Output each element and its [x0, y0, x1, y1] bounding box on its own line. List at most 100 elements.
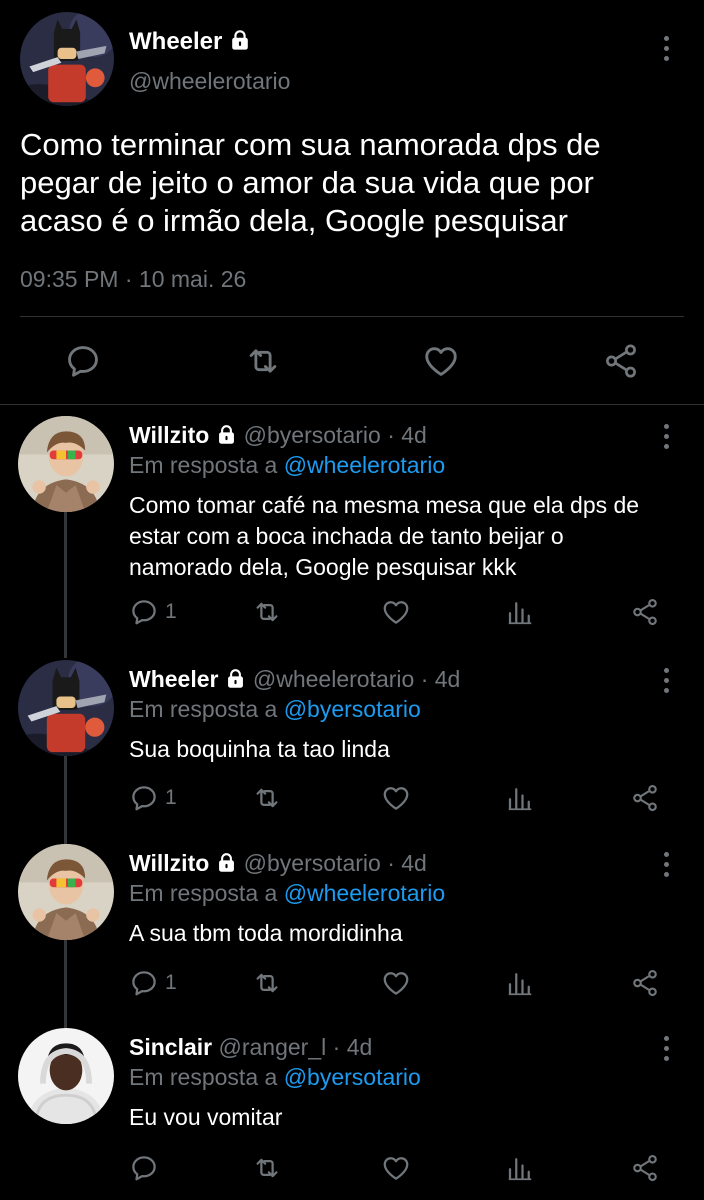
retweet-icon — [252, 783, 282, 813]
reply-header: Sinclair @ranger_l · 4d — [129, 1032, 664, 1062]
retweet-button[interactable] — [252, 783, 282, 813]
author-handle[interactable]: @wheelerotario — [253, 666, 414, 692]
mention-link[interactable]: @byersotario — [284, 696, 421, 722]
reply-icon — [129, 597, 159, 627]
author-name[interactable]: Willzito — [129, 850, 209, 876]
share-button[interactable] — [630, 783, 660, 813]
replying-prefix: Em resposta a — [129, 1064, 278, 1090]
more-icon[interactable] — [661, 668, 671, 693]
like-icon — [381, 968, 411, 998]
retweet-icon — [244, 342, 282, 380]
share-icon — [602, 342, 640, 380]
separator-dot: · — [124, 266, 133, 292]
avatar[interactable] — [18, 660, 114, 756]
reply-button[interactable] — [129, 1153, 165, 1183]
views-button[interactable] — [505, 1153, 535, 1183]
avatar[interactable] — [18, 844, 114, 940]
author-name[interactable]: Willzito — [129, 422, 209, 448]
avatar-image — [20, 12, 114, 106]
like-button[interactable] — [422, 342, 460, 380]
reply-button[interactable]: 1 — [129, 597, 177, 627]
views-button[interactable] — [505, 597, 535, 627]
lock-icon — [229, 29, 251, 51]
retweet-button[interactable] — [252, 968, 282, 998]
views-button[interactable] — [505, 783, 535, 813]
share-icon — [630, 597, 660, 627]
retweet-button[interactable] — [252, 1153, 282, 1183]
retweet-icon — [252, 968, 282, 998]
replying-to: Em resposta a @wheelerotario — [129, 878, 664, 908]
reply-age[interactable]: 4d — [401, 850, 427, 876]
separator-dot: · — [420, 666, 429, 692]
separator-dot: · — [332, 1034, 341, 1060]
reply-text: Sua boquinha ta tao linda — [129, 736, 390, 762]
views-button[interactable] — [505, 968, 535, 998]
replying-prefix: Em resposta a — [129, 880, 278, 906]
share-button[interactable] — [630, 1153, 660, 1183]
replying-to: Em resposta a @byersotario — [129, 1062, 664, 1092]
like-button[interactable] — [381, 597, 411, 627]
views-icon — [505, 968, 535, 998]
reply-count: 1 — [165, 971, 177, 994]
main-author: Wheeler — [129, 28, 251, 56]
author-name[interactable]: Sinclair — [129, 1034, 212, 1060]
tweet-text: Como terminar com sua namorada dps de pe… — [20, 127, 601, 238]
separator-dot: · — [387, 850, 395, 876]
like-button[interactable] — [381, 1153, 411, 1183]
like-button[interactable] — [381, 783, 411, 813]
tweet-date: 10 mai. 26 — [138, 266, 247, 292]
mention-link[interactable]: @wheelerotario — [284, 452, 445, 478]
retweet-icon — [252, 597, 282, 627]
reply-age[interactable]: 4d — [435, 666, 461, 692]
reply-text: A sua tbm toda mordidinha — [129, 920, 403, 946]
retweet-button[interactable] — [244, 342, 282, 380]
share-icon — [630, 1153, 660, 1183]
reply-count: 1 — [165, 600, 177, 623]
share-button[interactable] — [630, 968, 660, 998]
reply-text: Como tomar café na mesma mesa que ela dp… — [129, 492, 640, 580]
more-icon[interactable] — [661, 852, 671, 877]
avatar[interactable] — [18, 416, 114, 512]
more-icon[interactable] — [661, 424, 671, 449]
avatar-image — [18, 416, 114, 512]
tweet-time: 09:35 PM — [20, 266, 119, 292]
like-button[interactable] — [381, 968, 411, 998]
share-icon — [630, 968, 660, 998]
reply-header: Willzito @byersotario · 4d — [129, 848, 664, 878]
mention-link[interactable]: @byersotario — [284, 1064, 421, 1090]
more-icon[interactable] — [661, 36, 671, 61]
author-handle[interactable]: @byersotario — [244, 850, 381, 876]
reply-button[interactable]: 1 — [129, 968, 177, 998]
share-button[interactable] — [602, 342, 640, 380]
lock-icon — [216, 424, 237, 445]
author-name[interactable]: Wheeler — [129, 28, 222, 55]
reply-age[interactable]: 4d — [347, 1034, 373, 1060]
like-icon — [381, 783, 411, 813]
views-icon — [505, 1153, 535, 1183]
tweet-timestamp[interactable]: 09:35 PM · 10 mai. 26 — [20, 266, 246, 293]
author-handle[interactable]: @ranger_l — [219, 1034, 327, 1060]
more-icon[interactable] — [661, 1036, 671, 1061]
views-icon — [505, 597, 535, 627]
avatar[interactable] — [18, 1028, 114, 1124]
replying-to: Em resposta a @byersotario — [129, 694, 664, 724]
avatar[interactable] — [20, 12, 114, 106]
share-button[interactable] — [630, 597, 660, 627]
author-handle[interactable]: @byersotario — [244, 422, 381, 448]
retweet-icon — [252, 1153, 282, 1183]
reply-button[interactable] — [64, 342, 102, 380]
avatar-image — [18, 660, 114, 756]
mention-link[interactable]: @wheelerotario — [284, 880, 445, 906]
share-icon — [630, 783, 660, 813]
author-handle[interactable]: @wheelerotario — [129, 68, 290, 95]
thread-line — [64, 756, 67, 844]
reply-age[interactable]: 4d — [401, 422, 427, 448]
avatar-image — [18, 844, 114, 940]
retweet-button[interactable] — [252, 597, 282, 627]
avatar-image — [18, 1028, 114, 1124]
reply-button[interactable]: 1 — [129, 783, 177, 813]
thread-line — [64, 940, 67, 1028]
divider — [0, 404, 704, 405]
like-icon — [422, 342, 460, 380]
author-name[interactable]: Wheeler — [129, 666, 218, 692]
